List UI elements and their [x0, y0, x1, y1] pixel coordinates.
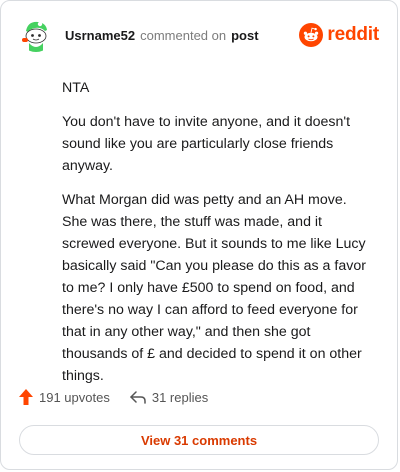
action-text: commented on [140, 27, 227, 43]
replies-count: 31 replies [151, 389, 209, 405]
brand-logo[interactable]: reddit [299, 23, 379, 47]
snoo-avatar-icon[interactable] [19, 18, 53, 52]
comment-header: Usrname52 commented on post reddit [19, 15, 379, 55]
comment-body: NTA You don't have to invite anyone, and… [62, 77, 371, 399]
comment-meta: Usrname52 commented on post [65, 28, 259, 43]
upvote-arrow-icon [19, 389, 33, 405]
post-link[interactable]: post [231, 28, 258, 43]
brand-wordmark: reddit [327, 24, 379, 45]
reply-arrow-icon [130, 390, 146, 404]
reddit-logo-icon [299, 23, 324, 47]
replies-stat[interactable]: 31 replies [130, 390, 208, 405]
upvotes-stat[interactable]: 191 upvotes [19, 389, 110, 405]
comment-card: Usrname52 commented on post reddit NTA Y… [0, 0, 398, 470]
comment-paragraph: NTA [62, 80, 90, 96]
view-comments-button[interactable]: View 31 comments [19, 425, 379, 455]
upvotes-count: 191 upvotes [39, 389, 110, 405]
comment-footer: 191 upvotes 31 replies [19, 389, 208, 405]
username-link[interactable]: Usrname52 [65, 28, 135, 43]
comment-paragraph: What Morgan did was petty and an AH move… [62, 192, 366, 384]
comment-paragraph: You don't have to invite anyone, and it … [62, 114, 351, 174]
